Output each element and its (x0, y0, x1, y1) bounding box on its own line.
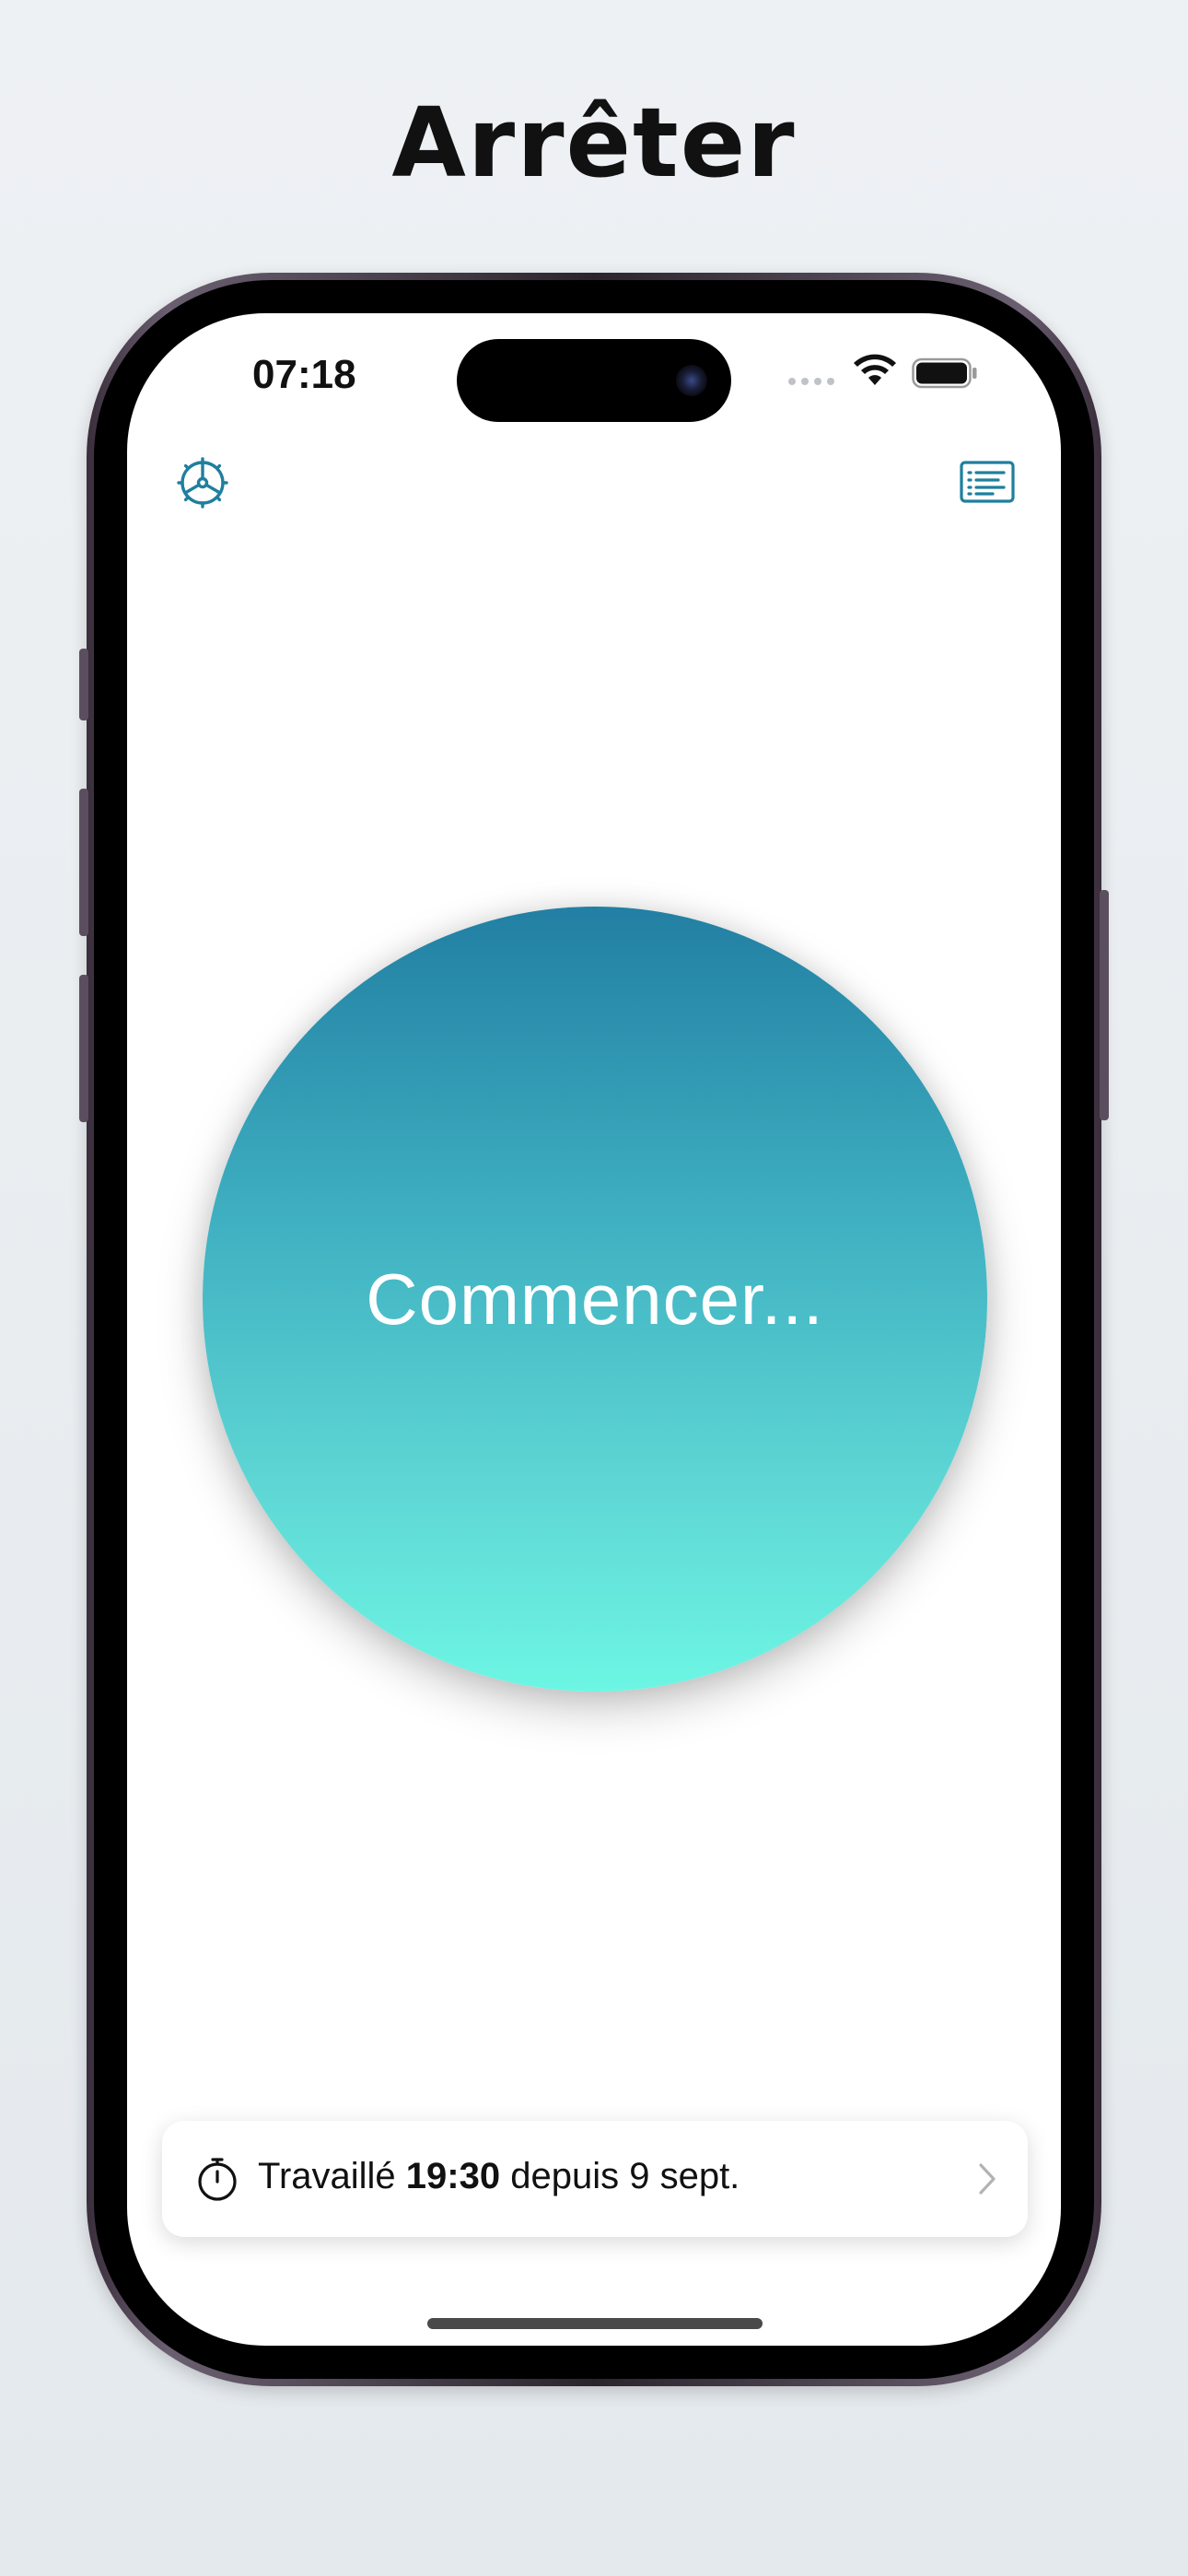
list-icon[interactable] (958, 453, 1017, 512)
stopwatch-icon (198, 2158, 237, 2201)
start-button-label: Commencer... (366, 1258, 824, 1340)
settings-gear-icon[interactable] (173, 453, 232, 512)
cellular-signal-icon (788, 378, 834, 385)
camera-icon (676, 365, 707, 396)
work-summary-card[interactable]: Travaillé 19:30 depuis 9 sept. (162, 2121, 1028, 2237)
battery-icon (912, 357, 977, 389)
home-indicator[interactable] (427, 2318, 763, 2329)
power-button (1100, 890, 1109, 1120)
summary-suffix: depuis 9 sept. (510, 2156, 740, 2196)
status-time: 07:18 (252, 352, 356, 397)
start-button[interactable]: Commencer... (203, 907, 987, 1692)
volume-up-button (79, 789, 88, 936)
dynamic-island (457, 339, 731, 422)
phone-screen: 07:18 Commencer... Travaillé 19:30 depui… (127, 313, 1061, 2346)
wifi-icon (854, 354, 896, 385)
work-summary-text: Travaillé 19:30 depuis 9 sept. (258, 2156, 740, 2197)
summary-duration: 19:30 (405, 2156, 501, 2196)
promo-headline: Arrêter (391, 87, 797, 199)
action-button (79, 649, 88, 720)
volume-down-button (79, 975, 88, 1122)
chevron-right-icon (979, 2163, 996, 2195)
summary-prefix: Travaillé (258, 2156, 396, 2196)
